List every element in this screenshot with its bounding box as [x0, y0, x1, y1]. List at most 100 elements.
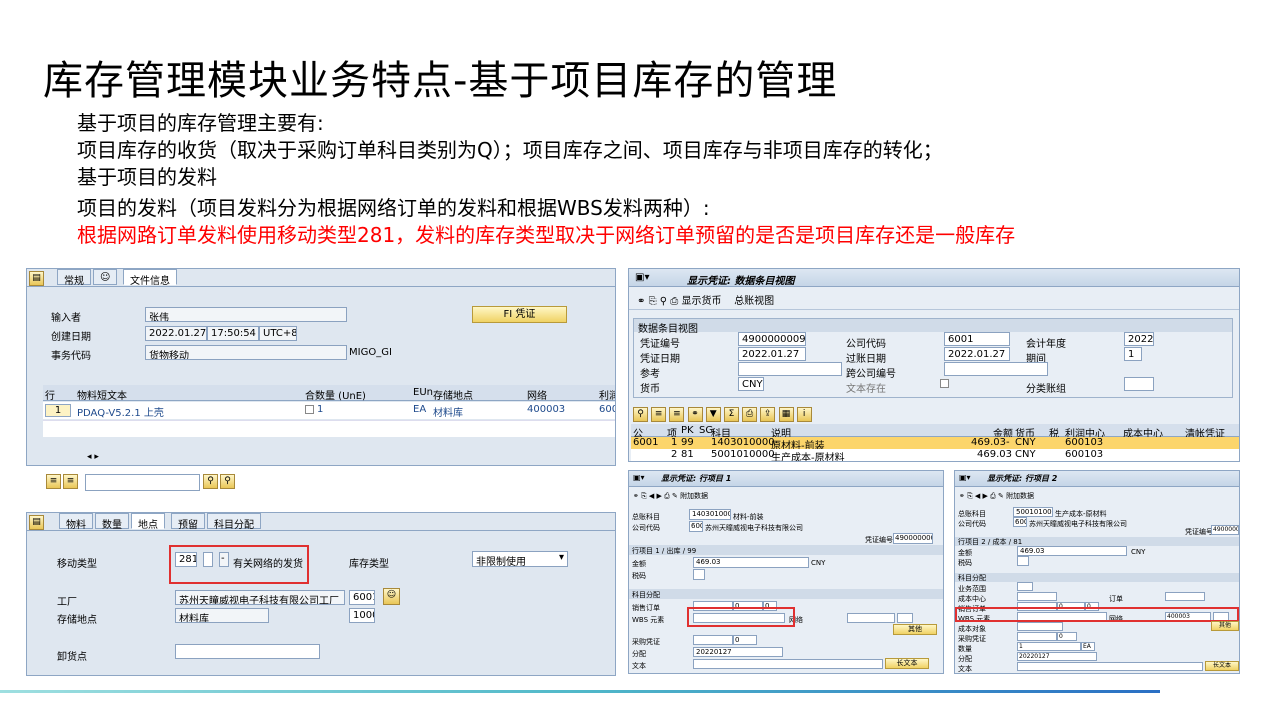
- item2-gl-field[interactable]: 5001010000: [1013, 507, 1053, 517]
- ledger-view-button[interactable]: 总账视图: [734, 296, 774, 307]
- table-row[interactable]: 1 PDAQ-V5.2.1 上壳 1 EA 材料库 400003 600: [43, 402, 615, 419]
- info-icon[interactable]: i: [796, 407, 812, 422]
- item2-amount-field[interactable]: 469.03: [1017, 546, 1127, 556]
- item2-costc-field[interactable]: [1017, 592, 1057, 601]
- item1-longtext-button[interactable]: 长文本: [885, 658, 929, 669]
- cross-company-field[interactable]: [944, 362, 1048, 376]
- row-pk: 81: [681, 449, 694, 460]
- item2-costobj-field[interactable]: [1017, 622, 1063, 631]
- period-field[interactable]: 1: [1124, 347, 1142, 361]
- item1-po-field[interactable]: [693, 635, 733, 645]
- layout-icon[interactable]: ▦: [778, 407, 794, 422]
- tab-reservation[interactable]: 预留: [171, 513, 205, 531]
- item1-text-field[interactable]: [693, 659, 883, 669]
- items-table-header: 行 物料短文本 合 数量 (UnE) EUn 存储地点 网络 利润: [43, 385, 615, 402]
- sort-up-icon[interactable]: ≡: [46, 474, 61, 489]
- ledger-group-field[interactable]: [1124, 377, 1154, 391]
- item2-text-label: 文本: [958, 665, 972, 673]
- screen-icon[interactable]: ▤: [29, 271, 44, 286]
- text-exists-label: 文本存在: [846, 384, 886, 395]
- search-icon[interactable]: ⚲: [660, 296, 667, 307]
- tab-general[interactable]: 常规: [57, 269, 91, 287]
- item2-tax-field[interactable]: [1017, 556, 1029, 566]
- copy-icon[interactable]: ⎘: [649, 296, 657, 307]
- tab-material[interactable]: 物料: [59, 513, 93, 531]
- item2-menu-icon[interactable]: ▣▾: [959, 473, 971, 482]
- item2-qty-field[interactable]: 1: [1017, 642, 1081, 651]
- sloc-field[interactable]: 1000: [349, 608, 375, 623]
- table-row[interactable]: 2 81 5001010000 生产成本-原材料 469.03 CNY 6001…: [631, 449, 1239, 461]
- currency-field[interactable]: CNY: [738, 377, 764, 391]
- item2-longtext-button[interactable]: 长文本: [1205, 661, 1239, 671]
- tab-quantity[interactable]: 数量: [95, 513, 129, 531]
- item1-network-field[interactable]: [847, 613, 895, 623]
- text-exists-checkbox[interactable]: [940, 379, 949, 388]
- company-field[interactable]: 6001: [944, 332, 1010, 346]
- table-row[interactable]: 6001 1 99 1403010000 原材料-前装 469.03- CNY …: [631, 437, 1239, 452]
- item2-cc-field[interactable]: 6001: [1013, 517, 1027, 527]
- item2-docno-field[interactable]: 4900000009: [1211, 525, 1239, 535]
- item2-assign-field[interactable]: 20220127: [1017, 652, 1097, 661]
- export-icon[interactable]: ⇪: [760, 407, 776, 422]
- stock-type-select[interactable]: 非限制使用 ▾: [472, 551, 568, 567]
- item1-amount-field[interactable]: 469.03: [693, 557, 809, 568]
- glasses-icon[interactable]: ⚭: [637, 296, 645, 307]
- unloading-point-field[interactable]: [175, 644, 320, 659]
- item2-qty-unit[interactable]: EA: [1081, 642, 1095, 651]
- item1-assign-field[interactable]: 20220127: [693, 647, 783, 657]
- bullet-line: 基于项目的库存管理主要有:: [77, 111, 324, 135]
- sort-desc-icon[interactable]: ≡: [669, 407, 685, 422]
- item1-additional-data[interactable]: 附加数据: [680, 492, 708, 500]
- tab-file-info[interactable]: 文件信息: [123, 269, 177, 287]
- print-icon[interactable]: ⎙: [670, 296, 678, 307]
- details-icon[interactable]: ⚲: [633, 407, 648, 422]
- currency-button[interactable]: 显示货币: [681, 296, 721, 307]
- item2-additional-data[interactable]: 附加数据: [1006, 492, 1034, 500]
- tab-partner-icon[interactable]: ☺: [93, 269, 118, 285]
- tab-account-assignment[interactable]: 科目分配: [207, 513, 261, 531]
- sort-asc-icon[interactable]: ≡: [651, 407, 667, 422]
- filter-icon[interactable]: ▼: [705, 407, 721, 422]
- doc-date-field[interactable]: 2022.01.27: [738, 347, 806, 361]
- doc-no-field[interactable]: 4900000009: [738, 332, 806, 346]
- menu-icon[interactable]: ▣▾: [635, 272, 649, 283]
- item1-gl-field[interactable]: 1403010000: [689, 509, 731, 520]
- plant-info-icon[interactable]: ☺: [383, 588, 400, 605]
- item1-tax-field[interactable]: [693, 569, 705, 580]
- item1-network-op[interactable]: [897, 613, 913, 623]
- fy-field[interactable]: 2022: [1124, 332, 1154, 346]
- item2-po-field[interactable]: [1017, 632, 1057, 641]
- item1-text-label: 文本: [632, 662, 646, 670]
- post-date-field[interactable]: 2022.01.27: [944, 347, 1010, 361]
- fi-document-panel: ▣▾ 显示凭证: 数据条目视图 ⚭ ⎘ ⚲ ⎙ 显示货币 总账视图 数据条目视图…: [628, 268, 1240, 462]
- line-item-1-panel: ▣▾ 显示凭证: 行项目 1 ⚭ ⎘ ◀ ▶ ⎙ ✎ 附加数据 总账科目 140…: [628, 470, 944, 674]
- item1-menu-icon[interactable]: ▣▾: [633, 473, 645, 482]
- tab-where[interactable]: 地点: [131, 513, 165, 531]
- find-next-icon[interactable]: ⚲: [220, 474, 235, 489]
- row-checkbox[interactable]: [305, 405, 314, 414]
- print-icon[interactable]: ⎙: [742, 407, 758, 422]
- item2-bus-field[interactable]: [1017, 582, 1033, 591]
- item2-text-field[interactable]: [1017, 662, 1203, 671]
- find-icon[interactable]: ⚲: [203, 474, 218, 489]
- item1-docno-field[interactable]: 4900000009: [893, 533, 933, 544]
- item1-more-label: 其他: [908, 625, 922, 633]
- reference-field[interactable]: [738, 362, 842, 376]
- find-icon[interactable]: ⚭: [687, 407, 703, 422]
- plant-field[interactable]: 6001: [349, 590, 375, 605]
- item2-po-item[interactable]: 0: [1057, 632, 1077, 641]
- scroll-arrows[interactable]: ◂ ▸: [87, 452, 99, 462]
- item1-cc-field[interactable]: 6001: [689, 521, 703, 532]
- detail-screen-icon[interactable]: ▤: [29, 515, 44, 530]
- item2-more-button[interactable]: 其他: [1211, 621, 1239, 631]
- row-line-no[interactable]: 1: [45, 404, 71, 417]
- sort-down-icon[interactable]: ≡: [63, 474, 78, 489]
- item2-order-field[interactable]: [1165, 592, 1205, 601]
- search-input[interactable]: [85, 474, 200, 491]
- item1-more-button[interactable]: 其他: [893, 624, 937, 635]
- fi-document-button[interactable]: FI 凭证: [472, 306, 567, 323]
- bullet-line: 项目库存的收货（取决于采购订单科目类别为Q）；项目库存之间、项目库存与非项目库存…: [77, 138, 943, 162]
- row-account: 1403010000: [711, 437, 775, 448]
- item1-po-item[interactable]: 0: [733, 635, 757, 645]
- sum-icon[interactable]: Σ: [723, 407, 739, 422]
